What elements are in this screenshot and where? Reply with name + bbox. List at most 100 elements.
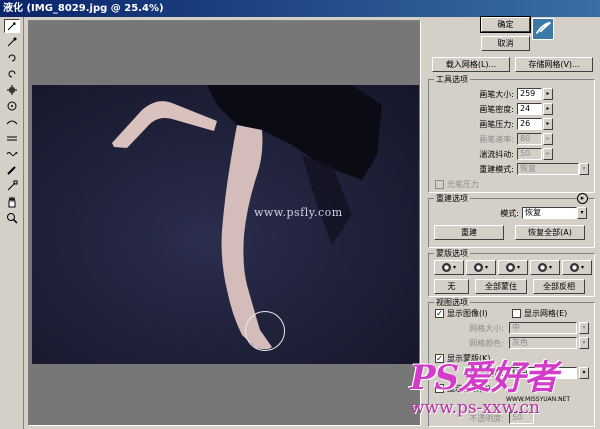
bloat-tool[interactable]	[4, 99, 20, 113]
tools-column	[0, 17, 24, 429]
show-mesh-checkbox[interactable]	[512, 309, 521, 318]
brush-pressure-label: 画笔压力:	[479, 120, 514, 129]
reconstruct-options-title: 重建选项	[434, 193, 470, 204]
canvas-watermark: www.psfly.com	[254, 206, 343, 219]
mask-options-title: 蒙版选项	[434, 248, 470, 259]
stylus-pressure-label: 光笔压力	[447, 180, 479, 189]
opacity-input: 50	[509, 412, 534, 424]
view-options-group: 视图选项 ✓ 显示图像(I) 显示网格(E) 网格大小: 中 ▾ 网格颜色: 灰…	[428, 297, 595, 427]
brush-cursor	[245, 311, 285, 351]
adobe-logo	[532, 18, 554, 40]
invert-all-button[interactable]: 全部反相	[533, 279, 585, 294]
mesh-size-label: 网格大小:	[469, 324, 504, 333]
zoom-tool[interactable]	[4, 211, 20, 225]
reconstruct-icon	[7, 37, 17, 47]
brush-size-arrow[interactable]: ▸	[543, 88, 553, 100]
show-mask-label: 显示蒙版(K)	[447, 354, 491, 363]
brush-size-label: 画笔大小:	[479, 90, 514, 99]
brush-rate-input: 80	[517, 133, 542, 145]
brush-density-arrow[interactable]: ▸	[543, 103, 553, 115]
mirror-icon	[7, 136, 17, 141]
mesh-size-select: 中	[509, 322, 577, 334]
photo-image[interactable]: www.psfly.com	[32, 85, 419, 364]
show-mesh-label: 显示网格(E)	[524, 309, 568, 318]
push-left-tool[interactable]	[4, 115, 20, 129]
mask-replace-button[interactable]: ▾	[434, 260, 464, 275]
brush-pressure-arrow[interactable]: ▸	[543, 118, 553, 130]
brush-density-input[interactable]: 24	[517, 103, 542, 115]
load-mesh-button[interactable]: 载入网格(L)...	[432, 57, 510, 72]
mask-color-dropdown[interactable]: ▾	[579, 367, 589, 379]
reconstruct-mode-select2[interactable]: 恢复	[522, 207, 577, 219]
turbulent-jitter-input: 50	[517, 148, 542, 160]
pucker-tool[interactable]	[4, 83, 20, 97]
mirror-tool[interactable]	[4, 131, 20, 145]
mask-invert-button[interactable]: ▾	[562, 260, 592, 275]
restore-all-button[interactable]: 恢复全部(A)	[515, 225, 585, 240]
freeze-mask-icon	[7, 166, 16, 175]
mesh-color-select: 灰色	[509, 337, 577, 349]
bloat-icon	[7, 101, 17, 111]
brush-rate-label: 画笔速率:	[479, 135, 514, 144]
show-backdrop-checkbox[interactable]	[435, 384, 444, 393]
show-image-label: 显示图像(I)	[447, 309, 488, 318]
mask-intersect-button[interactable]: ▾	[530, 260, 560, 275]
show-image-checkbox[interactable]: ✓	[435, 309, 444, 318]
ok-button[interactable]: 确定	[480, 16, 531, 33]
thaw-mask-tool[interactable]	[4, 179, 20, 193]
preview-canvas[interactable]: www.psfly.com	[28, 20, 421, 426]
forward-warp-tool[interactable]	[4, 19, 20, 33]
reconstruct-tool[interactable]	[4, 35, 20, 49]
mask-subtract-icon	[505, 263, 515, 272]
feather-icon	[535, 21, 551, 35]
reconstruct-menu-icon[interactable]: ▸	[577, 193, 588, 204]
mask-all-button[interactable]: 全部蒙住	[475, 279, 527, 294]
reconstruct-mode-dropdown2[interactable]: ▾	[577, 207, 587, 219]
stylus-pressure-checkbox[interactable]	[435, 180, 444, 189]
mesh-color-label: 网格颜色:	[469, 339, 504, 348]
mask-options-group: 蒙版选项 ▾ ▾ ▾ ▾ ▾ 无 全部蒙住 全部反相	[428, 248, 595, 297]
hand-icon	[8, 196, 16, 208]
freeze-mask-tool[interactable]	[4, 163, 20, 177]
mesh-size-dropdown: ▾	[579, 322, 589, 334]
brush-size-input[interactable]: 259	[517, 88, 542, 100]
turbulence-tool[interactable]	[4, 147, 20, 161]
mask-add-button[interactable]: ▾	[466, 260, 496, 275]
reconstruct-mode-label2: 模式:	[500, 209, 519, 218]
window-title: 液化 (IMG_8029.jpg @ 25.4%)	[3, 3, 164, 14]
mask-mode-row: ▾ ▾ ▾ ▾ ▾	[434, 260, 592, 275]
brush-pressure-input[interactable]: 26	[517, 118, 542, 130]
turbulent-jitter-arrow: ▸	[543, 148, 553, 160]
reconstruct-options-group: 重建选项 ▸ 模式: 恢复 ▾ 重建 恢复全部(A)	[428, 193, 595, 248]
show-mask-checkbox[interactable]: ✓	[435, 354, 444, 363]
reconstruct-button[interactable]: 重建	[434, 225, 504, 240]
dancer-legs-image	[112, 85, 382, 350]
twirl-counterclockwise-icon	[8, 70, 16, 78]
reconstruct-mode-dropdown: ▾	[579, 163, 589, 175]
mesh-color-dropdown: ▾	[579, 337, 589, 349]
zoom-icon	[7, 213, 18, 224]
twirl-clockwise-tool[interactable]	[4, 51, 20, 65]
mask-replace-icon	[441, 263, 451, 272]
view-options-title: 视图选项	[434, 297, 470, 308]
mask-color-select[interactable]: 红色	[509, 367, 577, 379]
hand-tool[interactable]	[4, 195, 20, 209]
mask-subtract-button[interactable]: ▾	[498, 260, 528, 275]
cancel-button[interactable]: 取消	[481, 36, 530, 51]
window-title-bar: 液化 (IMG_8029.jpg @ 25.4%)	[0, 0, 600, 17]
reconstruct-mode-select: 恢复	[517, 163, 579, 175]
opacity-label: 不透明度:	[469, 414, 504, 423]
thaw-mask-icon	[7, 180, 18, 191]
twirl-clockwise-icon	[8, 54, 16, 62]
twirl-counterclockwise-tool[interactable]	[4, 67, 20, 81]
save-mesh-button[interactable]: 存储网格(V)...	[515, 57, 593, 72]
mask-none-button[interactable]: 无	[434, 279, 469, 294]
show-backdrop-label: 显示背景(B)	[447, 384, 491, 393]
brush-rate-arrow: ▸	[543, 133, 553, 145]
options-panel: 确定 取消 载入网格(L)... 存储网格(V)... 工具选项 画笔大小: 2…	[425, 16, 600, 429]
reconstruct-mode-label: 重建模式:	[479, 165, 514, 174]
mask-add-icon	[473, 263, 483, 272]
turbulence-icon	[6, 152, 18, 156]
pucker-icon	[7, 85, 17, 95]
turbulent-jitter-label: 湍流抖动:	[479, 150, 514, 159]
